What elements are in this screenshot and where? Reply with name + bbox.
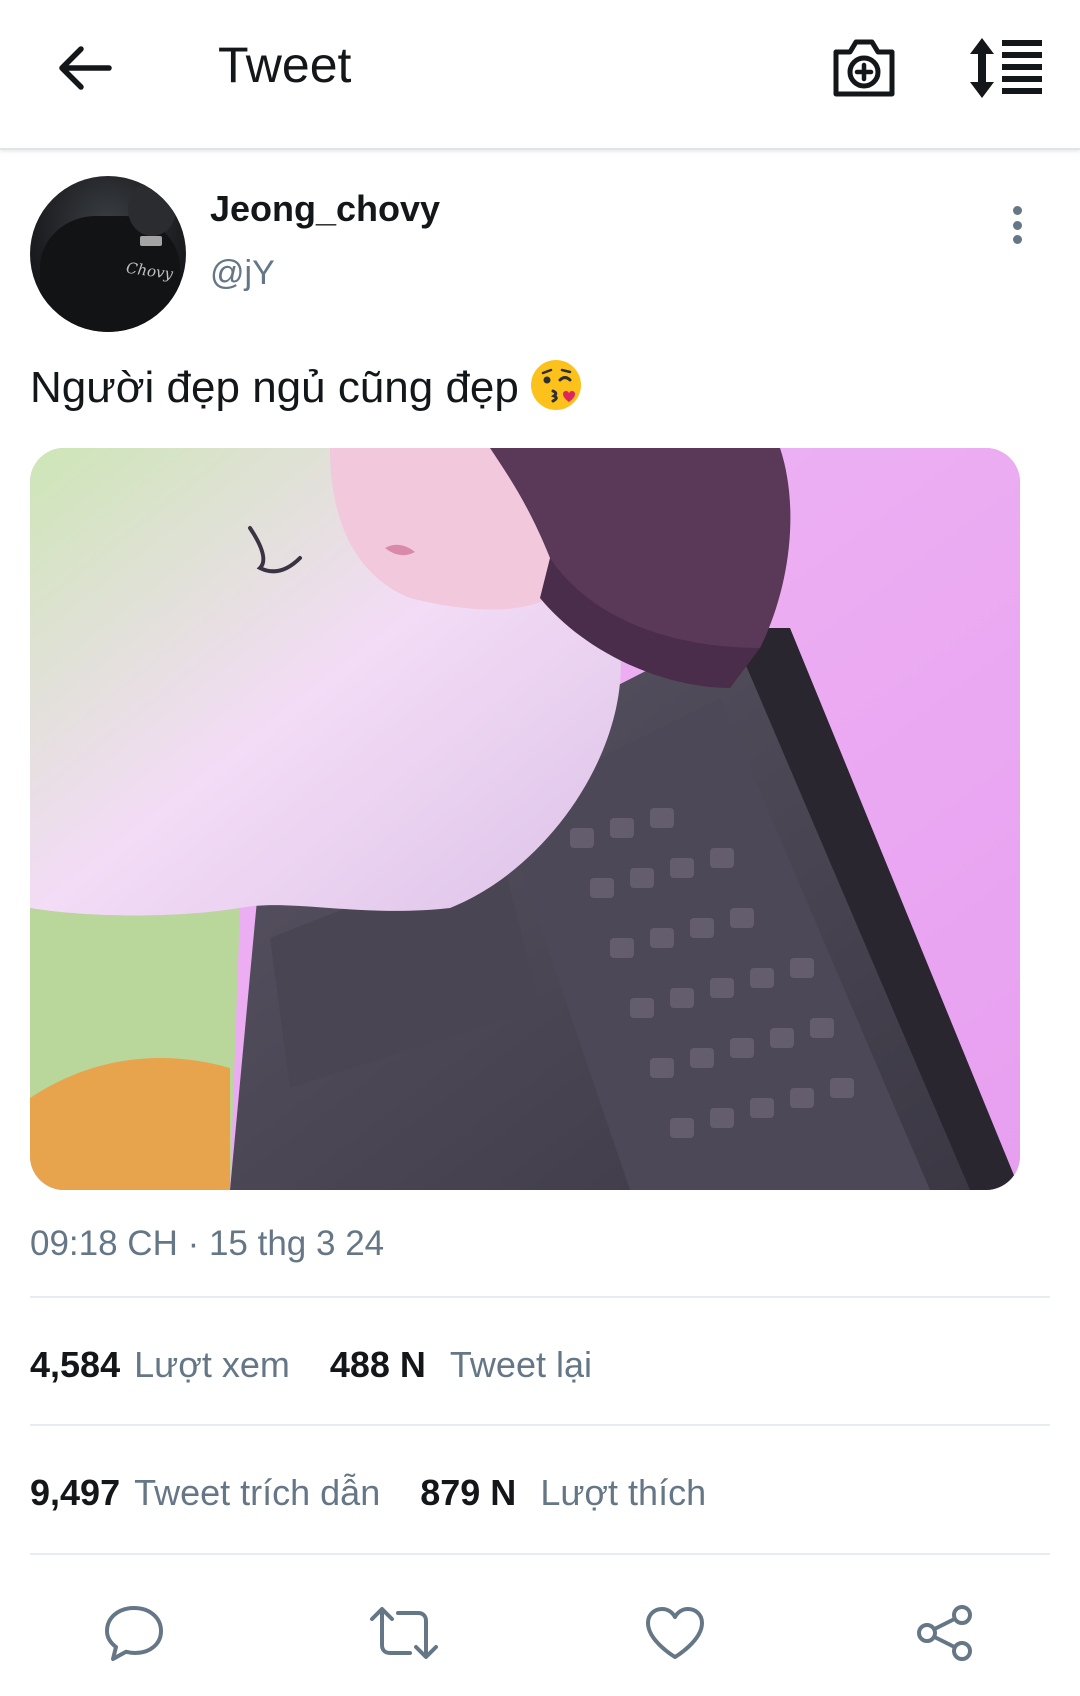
likes-count: 879 N	[420, 1472, 517, 1513]
retweets-label: Tweet lại	[449, 1344, 592, 1385]
likes-stat[interactable]: 879 N Lượt thích	[420, 1472, 706, 1514]
divider	[30, 1424, 1050, 1426]
camera-add-icon	[833, 39, 895, 97]
quotes-label: Tweet trích dẫn	[134, 1472, 381, 1513]
avatar[interactable]: Chovy	[30, 176, 186, 332]
reply-bubble-icon	[105, 1606, 163, 1661]
share-icon	[917, 1605, 972, 1661]
photo-sleeping-on-laptop	[30, 448, 1020, 1190]
like-button[interactable]	[635, 1598, 715, 1668]
tweet-text: Người đẹp ngủ cũng đẹp	[30, 358, 583, 413]
stats-row-quotes-likes: 9,497 Tweet trích dẫn 879 N Lượt thích	[30, 1472, 706, 1514]
sort-list-icon	[970, 38, 1042, 98]
retweet-icon	[370, 1607, 438, 1659]
arrow-left-icon	[59, 46, 112, 90]
quotes-stat[interactable]: 9,497 Tweet trích dẫn	[30, 1472, 380, 1514]
camera-button[interactable]	[830, 36, 898, 100]
sort-button[interactable]	[968, 36, 1048, 100]
reply-button[interactable]	[94, 1598, 174, 1668]
tweet-photo[interactable]	[30, 448, 1020, 1190]
page-title: Tweet	[218, 37, 352, 93]
avatar-head	[128, 182, 176, 236]
retweet-button[interactable]	[364, 1598, 444, 1668]
share-button[interactable]	[905, 1598, 985, 1668]
tweet-timestamp: 09:18 CH · 15 thg 3 24	[30, 1224, 385, 1263]
heart-icon	[646, 1607, 704, 1659]
retweets-count: 488 N	[329, 1344, 426, 1385]
views-count: 4,584	[30, 1344, 121, 1385]
tweet-text-content: Người đẹp ngủ cũng đẹp	[30, 363, 519, 412]
views-stat: 4,584 Lượt xem	[30, 1344, 290, 1386]
more-options-button[interactable]	[995, 200, 1039, 250]
author-display-name[interactable]: Jeong_chovy	[210, 188, 440, 230]
author-handle[interactable]: @jY	[210, 254, 275, 293]
views-label: Lượt xem	[134, 1344, 290, 1385]
divider	[30, 1296, 1050, 1298]
divider	[30, 1553, 1050, 1555]
more-vert-icon	[1012, 206, 1022, 215]
avatar-logo	[140, 236, 162, 246]
quotes-count: 9,497	[30, 1472, 121, 1513]
top-app-bar: Tweet	[0, 0, 1080, 150]
back-button[interactable]	[50, 38, 120, 98]
stats-row-views-retweets: 4,584 Lượt xem 488 N Tweet lại	[30, 1344, 592, 1386]
retweets-stat[interactable]: 488 N Tweet lại	[330, 1344, 592, 1386]
likes-label: Lượt thích	[540, 1472, 707, 1513]
kissing-face-emoji-icon	[530, 360, 581, 410]
